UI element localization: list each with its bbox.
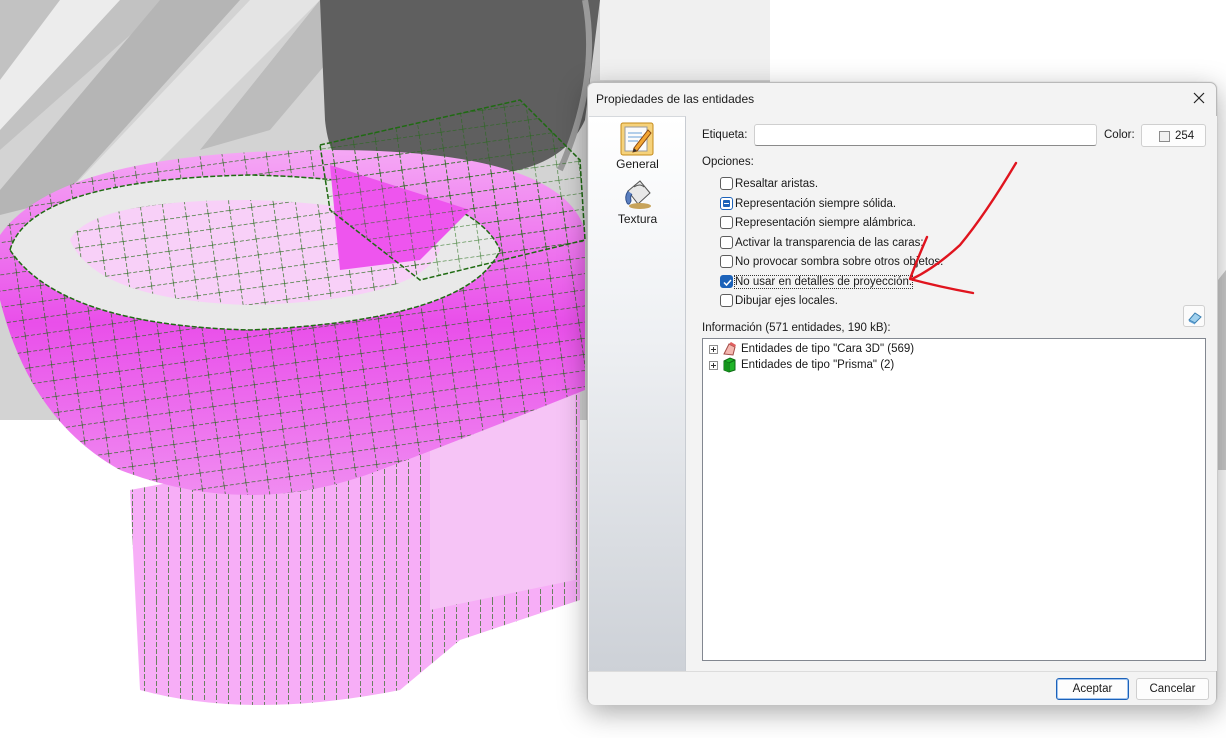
entity-properties-dialog: Propiedades de las entidades General Tex… [587,82,1217,705]
general-panel: Etiqueta: Color: 254 Opciones: Resaltar … [687,116,1217,671]
tree-item-label: Entidades de tipo "Prisma" (2) [741,359,895,371]
option-label: Activar la transparencia de las caras: [735,237,924,249]
color-value: 254 [1175,130,1195,142]
title-bar[interactable]: Propiedades de las entidades [588,83,1216,115]
checkbox[interactable] [720,177,733,190]
sidebar-item-general[interactable]: General [589,119,686,171]
opciones-label: Opciones: [702,156,754,168]
checkbox[interactable] [720,275,733,288]
entity-info-tree[interactable]: Entidades de tipo "Cara 3D" (569) Entida… [702,338,1206,661]
close-button[interactable] [1182,83,1216,113]
option-label: Representación siempre sólida. [735,198,897,210]
checkbox[interactable] [720,197,733,210]
cancel-button[interactable]: Cancelar [1136,678,1209,700]
clipboard-icon [1188,312,1202,325]
info-label: Información (571 entidades, 190 kB): [702,322,891,334]
option-label: No provocar sombra sobre otros objetos. [735,256,944,268]
checkmark-icon [723,279,732,287]
accept-button[interactable]: Aceptar [1056,678,1129,700]
checkbox[interactable] [720,216,733,229]
notepad-pencil-icon [620,122,654,156]
option-label: Representación siempre alámbrica. [735,217,916,229]
expand-icon[interactable] [709,361,718,370]
expand-icon[interactable] [709,345,718,354]
face-3d-icon [723,342,736,356]
sidebar-item-label: Textura [617,212,658,226]
color-swatch [1159,131,1170,142]
dialog-title: Propiedades de las entidades [596,92,755,106]
sidebar-item-label: General [616,157,659,171]
color-picker-button[interactable]: 254 [1141,124,1206,147]
close-icon [1193,92,1205,104]
option-label: Dibujar ejes locales. [735,295,838,307]
checkbox[interactable] [720,294,733,307]
option-label: No usar en detalles de proyección. [733,275,914,289]
paint-bucket-icon [625,180,651,209]
sidebar-item-textura[interactable]: Textura [589,174,686,226]
etiqueta-input[interactable] [754,124,1097,146]
category-sidebar: General Textura [589,116,686,671]
copy-info-button[interactable] [1183,305,1205,327]
prism-icon [723,357,736,373]
color-label: Color: [1104,129,1135,141]
dialog-footer: Aceptar Cancelar [588,671,1216,705]
checkbox[interactable] [720,255,733,268]
tree-item-label: Entidades de tipo "Cara 3D" (569) [741,343,915,355]
checkbox[interactable] [720,236,733,249]
etiqueta-label: Etiqueta: [702,129,748,141]
option-label: Resaltar aristas. [735,178,819,190]
